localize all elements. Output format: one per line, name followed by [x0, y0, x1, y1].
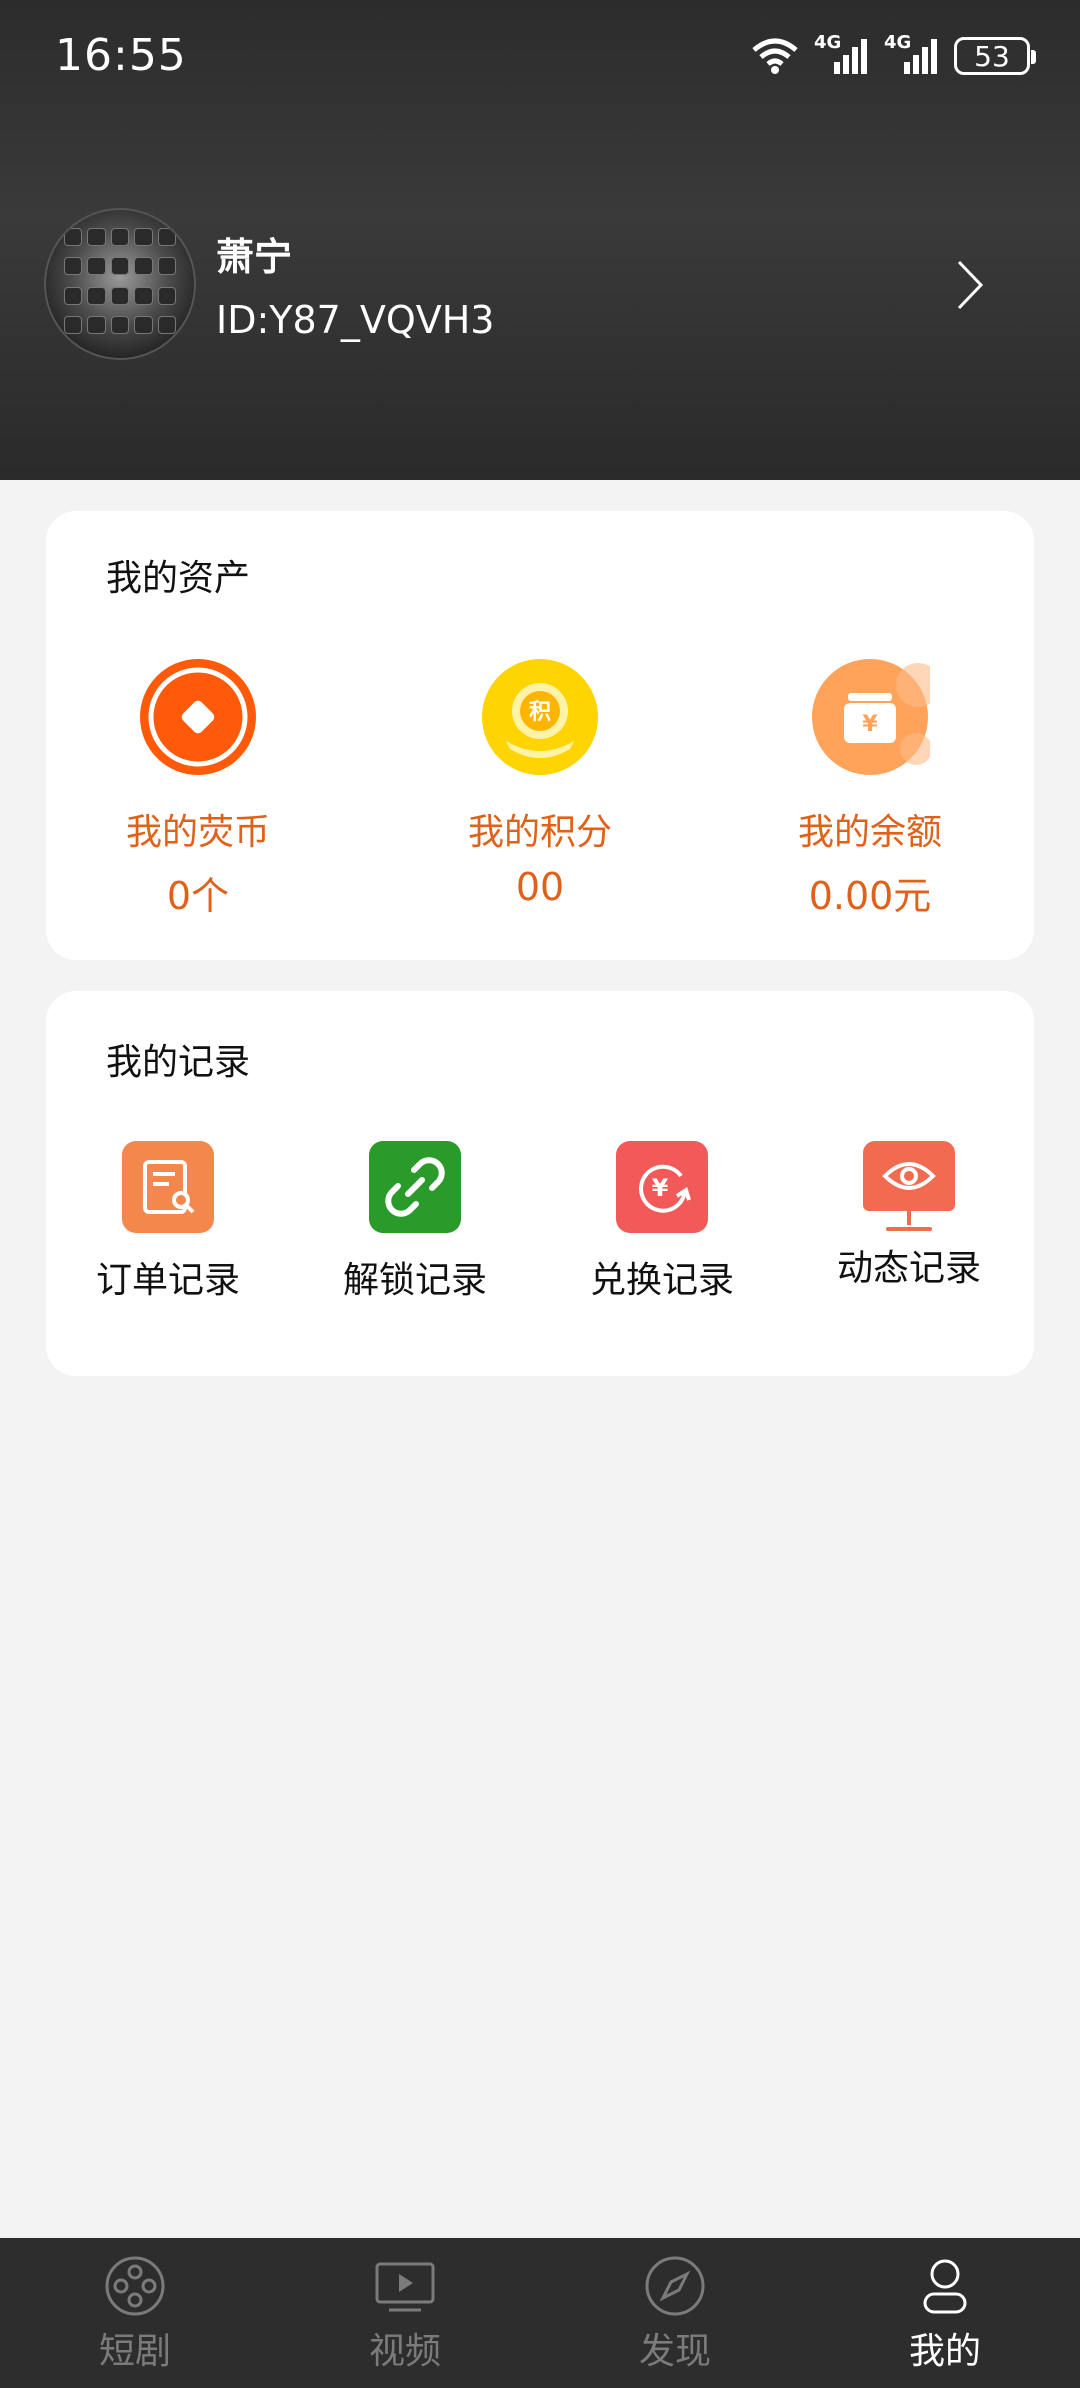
- nav-tab-video[interactable]: 视频: [270, 2238, 540, 2388]
- video-icon: [375, 2262, 435, 2312]
- compass-icon: [645, 2256, 705, 2316]
- status-icons: 4G 4G 53: [750, 32, 1036, 76]
- svg-text:¥: ¥: [862, 712, 878, 737]
- assets-card: 我的资产 我的荧币 0个 积 我的积分 00 ¥ 我的余额 0.00元: [46, 511, 1034, 960]
- film-reel-icon: [105, 2256, 165, 2316]
- record-orders[interactable]: 订单记录: [58, 1141, 278, 1303]
- asset-coins-value: 0个: [166, 874, 230, 918]
- record-unlocks[interactable]: 解锁记录: [305, 1141, 525, 1303]
- coin-icon: [140, 659, 256, 775]
- bottom-nav: 短剧 视频 发现 我的: [0, 2238, 1080, 2388]
- record-activity[interactable]: 动态记录: [799, 1141, 1019, 1291]
- assets-title: 我的资产: [106, 558, 251, 599]
- chevron-right-icon[interactable]: [955, 258, 985, 312]
- svg-text:积: 积: [529, 700, 551, 725]
- cell-signal-1-icon: 4G: [814, 32, 870, 76]
- wifi-icon: [752, 38, 798, 74]
- nav-tab-discover[interactable]: 发现: [540, 2238, 810, 2388]
- eye-icon: [863, 1141, 955, 1211]
- nav-tab-short-drama[interactable]: 短剧: [0, 2238, 270, 2388]
- record-exchange-label: 兑换记录: [589, 1260, 734, 1301]
- asset-points[interactable]: 积 我的积分 00: [420, 657, 660, 909]
- records-card: 我的记录 订单记录 解锁记录 ¥ 兑换记录 动态记录: [46, 991, 1034, 1376]
- user-name: 萧宁: [216, 235, 293, 279]
- user-icon: [923, 2259, 967, 2314]
- stand-icon: [886, 1211, 932, 1231]
- status-bar: 16:55 4G 4G 53: [0, 0, 1080, 110]
- nav-label-discover: 发现: [638, 2331, 711, 2372]
- record-activity-label: 动态记录: [836, 1248, 981, 1289]
- order-icon: [122, 1141, 214, 1233]
- wallet-icon: ¥: [812, 659, 940, 775]
- asset-coins[interactable]: 我的荧币 0个: [78, 657, 318, 920]
- record-unlocks-label: 解锁记录: [342, 1260, 487, 1301]
- avatar[interactable]: [44, 208, 196, 360]
- battery-icon: 53: [954, 37, 1036, 75]
- asset-points-value: 00: [515, 865, 565, 909]
- asset-points-label: 我的积分: [467, 812, 612, 853]
- status-time: 16:55: [55, 30, 187, 81]
- nav-tab-mine[interactable]: 我的: [810, 2238, 1080, 2388]
- record-orders-label: 订单记录: [95, 1260, 240, 1301]
- asset-balance[interactable]: ¥ 我的余额 0.00元: [750, 657, 990, 920]
- svg-text:¥: ¥: [652, 1174, 669, 1202]
- link-icon: [369, 1141, 461, 1233]
- cell-signal-2-icon: 4G: [884, 32, 940, 76]
- nav-label-short-drama: 短剧: [98, 2331, 171, 2372]
- points-icon: 积: [482, 659, 598, 775]
- record-exchange[interactable]: ¥ 兑换记录: [552, 1141, 772, 1303]
- nav-label-video: 视频: [368, 2331, 441, 2372]
- asset-balance-label: 我的余额: [797, 812, 942, 853]
- nav-label-mine: 我的: [908, 2331, 981, 2372]
- exchange-icon: ¥: [616, 1141, 708, 1233]
- asset-balance-value: 0.00元: [808, 874, 932, 918]
- user-id: ID:Y87_VQVH3: [216, 298, 495, 342]
- asset-coins-label: 我的荧币: [125, 812, 270, 853]
- profile-header: 16:55 4G 4G 53 萧宁 ID:Y87_VQVH3: [0, 0, 1080, 480]
- records-title: 我的记录: [106, 1042, 251, 1083]
